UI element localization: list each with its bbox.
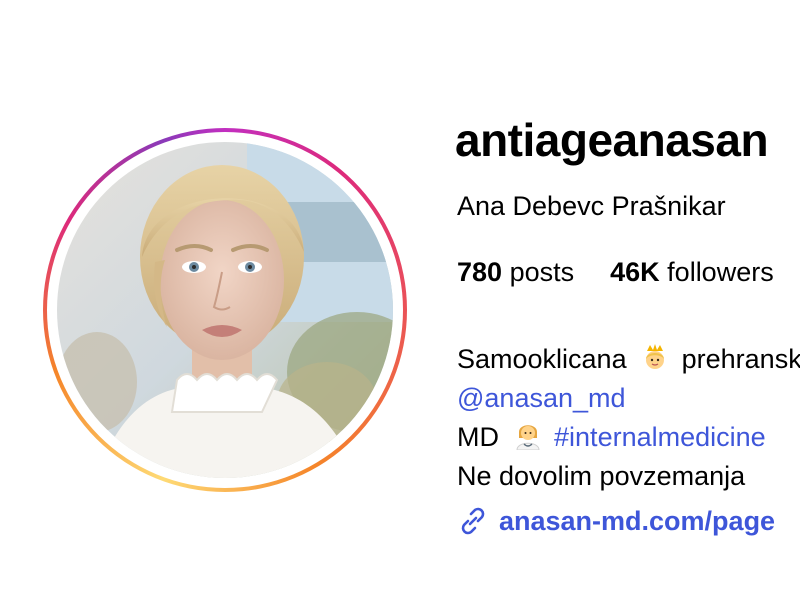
story-ring[interactable] — [43, 128, 407, 492]
bio-line-4: Ne dovolim povzemanja — [457, 457, 800, 496]
bio-mention-link[interactable]: @anasan_md — [457, 383, 626, 413]
followers-count: 46K — [610, 257, 660, 287]
posts-label: posts — [509, 257, 575, 287]
link-icon — [461, 507, 485, 535]
posts-count: 780 — [457, 257, 503, 287]
profile-stats: 780 posts 46K followers — [457, 257, 774, 288]
posts-stat: 780 posts — [457, 257, 574, 288]
followers-label: followers — [667, 257, 774, 287]
followers-stat[interactable]: 46K followers — [610, 257, 774, 288]
bio-line-1: Samooklicana prehranska — [457, 340, 800, 379]
profile-avatar[interactable] — [57, 142, 393, 478]
bio-md-text: MD — [457, 422, 499, 452]
profile-username: antiageanasan — [455, 114, 769, 166]
bio-line-3: MD #internalmedicine — [457, 418, 800, 457]
website-url: anasan-md.com/page — [499, 505, 776, 536]
profile-full-name: Ana Debevc Prašnikar — [457, 191, 726, 221]
bio-hashtag-link[interactable]: #internalmedicine — [554, 422, 766, 452]
doctor-emoji-icon — [516, 425, 540, 450]
avatar-photo-image — [57, 142, 393, 478]
princess-emoji-icon — [646, 344, 665, 369]
bio-text: Samooklicana — [457, 344, 627, 374]
profile-bio: Samooklicana prehranska @anasan_md MD #i… — [457, 340, 800, 496]
bio-text-line-4: Ne dovolim povzemanja — [457, 461, 746, 491]
bio-line-2: @anasan_md — [457, 379, 800, 418]
profile-website-link[interactable]: anasan-md.com/page — [457, 505, 775, 537]
bio-text-continued: prehranska — [681, 344, 800, 374]
